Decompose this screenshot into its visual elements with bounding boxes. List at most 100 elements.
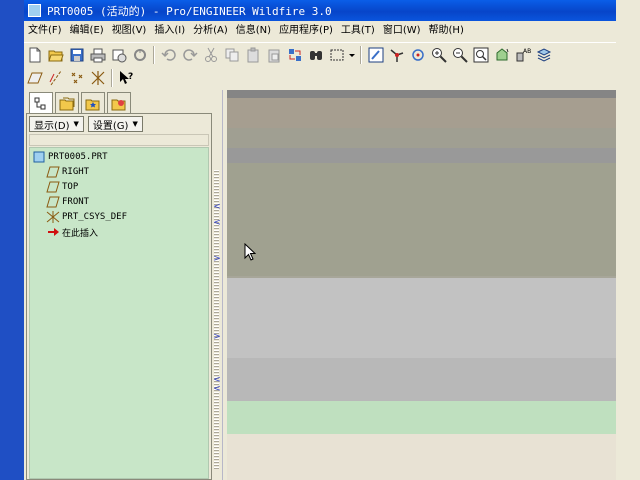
menu-view[interactable]: 视图(V) [108, 22, 151, 40]
save-icon[interactable] [66, 44, 87, 65]
main-toolbar: AB [24, 42, 616, 66]
chevron-down-icon: ▼ [132, 120, 138, 128]
show-dropdown-label: 显示(D) [34, 120, 70, 132]
collapse-arrow-icon[interactable]: > [212, 332, 222, 342]
tree-node-label: RIGHT [62, 167, 90, 177]
redo-icon[interactable] [179, 44, 200, 65]
menu-bar: 文件(F) 编辑(E) 视图(V) 插入(I) 分析(A) 信息(N) 应用程序… [24, 21, 616, 41]
datum-plane-icon[interactable] [24, 68, 45, 89]
new-file-icon[interactable] [24, 44, 45, 65]
graphics-window[interactable] [227, 90, 616, 480]
menu-analysis[interactable]: 分析(A) [189, 22, 232, 40]
collapse-arrow-icon[interactable]: < [212, 202, 222, 212]
zoom-out-icon[interactable] [449, 44, 470, 65]
tree-node-insert-here[interactable]: 在此插入 [46, 225, 98, 239]
print-icon[interactable] [87, 44, 108, 65]
settings-dropdown-label: 设置(G) [92, 120, 129, 132]
menu-info[interactable]: 信息(N) [232, 22, 275, 40]
title-bar[interactable]: PRT0005 (活动的) - Pro/ENGINEER Wildfire 3.… [24, 0, 616, 21]
menu-insert[interactable]: 插入(I) [150, 22, 189, 40]
datum-point-icon[interactable] [66, 68, 87, 89]
graphics-band [227, 163, 616, 276]
window-title: PRT0005 (活动的) - Pro/ENGINEER Wildfire 3.… [47, 4, 332, 18]
datum-toolbar: ? [24, 66, 164, 90]
cut-icon[interactable] [200, 44, 221, 65]
refit-icon[interactable] [470, 44, 491, 65]
menu-file[interactable]: 文件(F) [24, 22, 66, 40]
layers-icon[interactable] [533, 44, 554, 65]
graphics-band [227, 128, 616, 148]
tree-node-label: TOP [62, 182, 79, 192]
navigator-toolbar: 显示(D) ▼ 设置(G) ▼ [29, 116, 147, 134]
reorient-icon[interactable] [491, 44, 512, 65]
graphics-band [227, 401, 616, 434]
tree-node-right[interactable]: RIGHT [46, 165, 89, 179]
tree-node-label: 在此插入 [62, 228, 99, 239]
model-tree-tab[interactable] [29, 92, 53, 114]
graphics-band [227, 148, 616, 163]
tree-node-label: PRT_CSYS_DEF [62, 212, 128, 222]
left-edge-strip [0, 0, 24, 480]
spin-center-icon[interactable] [386, 44, 407, 65]
menu-window[interactable]: 窗口(W) [379, 22, 425, 40]
select-dropdown-icon[interactable] [347, 44, 357, 65]
toolbar-separator [153, 45, 155, 64]
app-icon [28, 4, 41, 17]
svg-text:?: ? [128, 72, 133, 82]
open-folder-icon[interactable] [45, 44, 66, 65]
find-icon[interactable] [305, 44, 326, 65]
datum-csys-icon[interactable] [87, 68, 108, 89]
paste-special-icon[interactable] [263, 44, 284, 65]
settings-dropdown[interactable]: 设置(G) ▼ [87, 116, 143, 132]
graphics-band [227, 358, 616, 401]
menu-edit[interactable]: 编辑(E) [66, 22, 108, 40]
graphics-band [227, 434, 616, 480]
datum-plane-icon [46, 166, 60, 178]
tree-node-top[interactable]: TOP [46, 180, 78, 194]
datum-plane-icon [46, 181, 60, 193]
tree-node-csys[interactable]: PRT_CSYS_DEF [46, 210, 127, 224]
mouse-cursor-icon [244, 243, 256, 261]
paste-icon[interactable] [242, 44, 263, 65]
context-help-icon[interactable]: ? [116, 68, 137, 89]
show-dropdown[interactable]: 显示(D) ▼ [29, 116, 84, 132]
tree-node-front[interactable]: FRONT [46, 195, 89, 209]
orient-icon[interactable] [407, 44, 428, 65]
favorites-tab[interactable] [81, 92, 105, 114]
folder-browser-tab[interactable] [55, 92, 79, 114]
collapse-arrow-icon[interactable]: < [212, 218, 222, 228]
save-copy-icon[interactable] [108, 44, 129, 65]
regenerate-icon[interactable] [284, 44, 305, 65]
chevron-down-icon: ▼ [73, 120, 79, 128]
tree-node-label: FRONT [62, 197, 90, 207]
graphics-band [227, 98, 616, 128]
navigator-panel: 显示(D) ▼ 设置(G) ▼ PRT0005.PRT RIGHT TOP FR… [26, 113, 212, 480]
menu-tools[interactable]: 工具(T) [337, 22, 379, 40]
tree-column-header [29, 134, 209, 146]
undo-icon[interactable] [158, 44, 179, 65]
repaint-icon[interactable] [365, 44, 386, 65]
insert-here-arrow-icon [48, 228, 59, 236]
collapse-arrow-icon[interactable]: < [212, 384, 222, 394]
sash-line [222, 90, 223, 480]
coordinate-system-icon [46, 211, 60, 223]
tree-node-part[interactable]: PRT0005.PRT [32, 150, 108, 164]
svg-text:AB: AB [523, 48, 531, 55]
datum-plane-icon [46, 196, 60, 208]
saved-views-icon[interactable]: AB [512, 44, 533, 65]
datum-axis-icon[interactable] [45, 68, 66, 89]
right-edge-strip [616, 0, 640, 480]
connections-tab[interactable] [107, 92, 131, 114]
sash-grip[interactable] [214, 170, 219, 470]
menu-help[interactable]: 帮助(H) [425, 22, 468, 40]
graphics-band [227, 278, 616, 358]
collapse-arrow-icon[interactable]: > [212, 254, 222, 264]
zoom-in-icon[interactable] [428, 44, 449, 65]
email-icon[interactable] [129, 44, 150, 65]
navigator-sash[interactable]: < < > > < < [212, 90, 227, 480]
menu-applications[interactable]: 应用程序(P) [275, 22, 337, 40]
toolbar-separator [360, 45, 362, 64]
select-box-icon[interactable] [326, 44, 347, 65]
copy-icon[interactable] [221, 44, 242, 65]
tree-node-label: PRT0005.PRT [48, 152, 108, 162]
